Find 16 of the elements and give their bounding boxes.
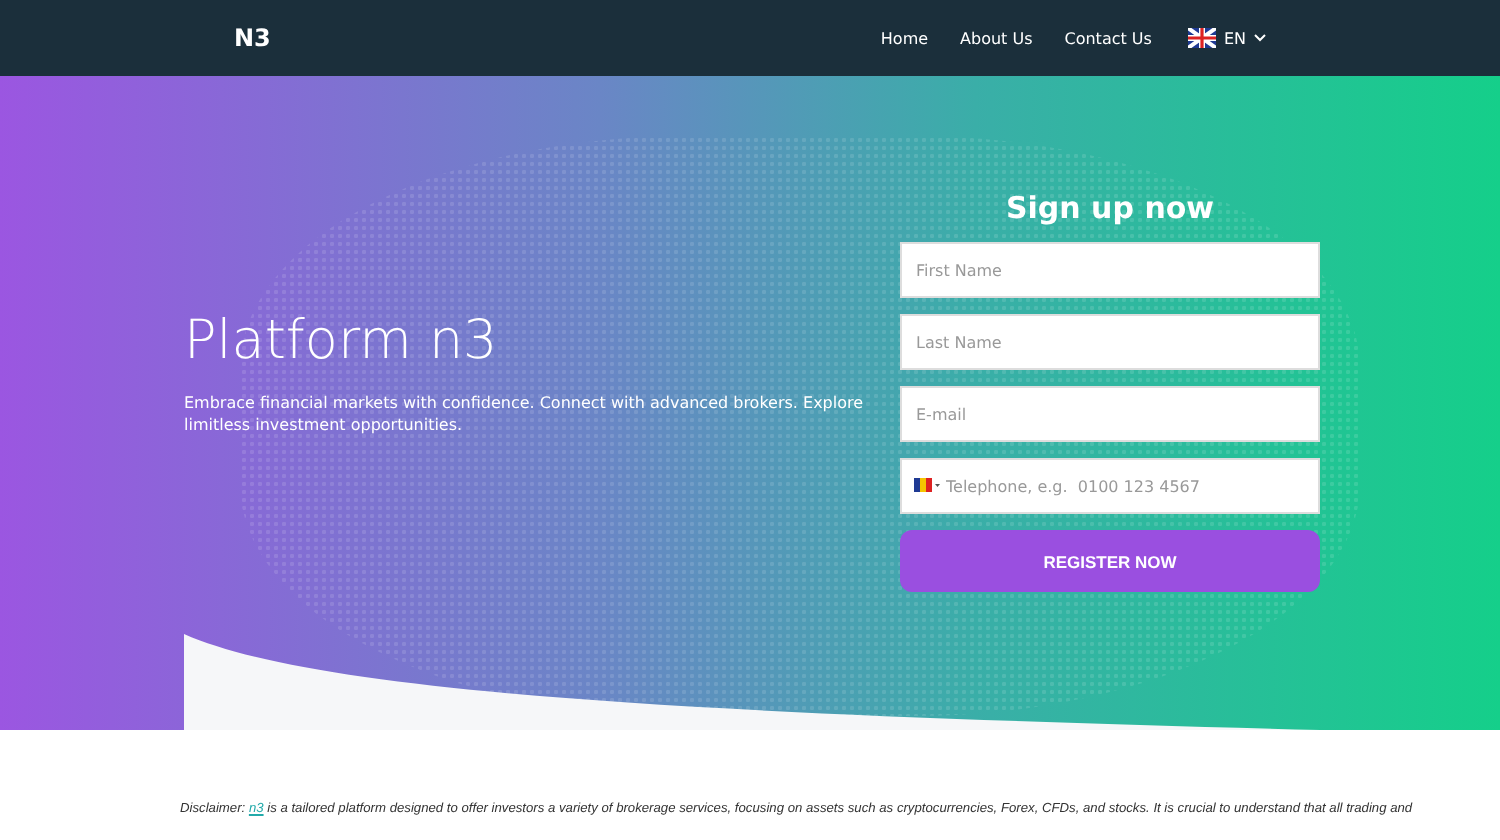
hero-title: Platform n3 (184, 310, 500, 372)
nav-link[interactable]: Home (880, 29, 929, 47)
chevron-icon (1254, 34, 1266, 42)
phone-field[interactable]: Telephone, e.g. 0100 123 4567 (900, 458, 1320, 514)
input-field[interactable]: E-mail (900, 386, 1320, 442)
input-field[interactable]: Last Name (900, 314, 1320, 370)
flag-icon (1187, 28, 1216, 48)
hero-subtitle: Embrace financial markets with confidence. Connect with advanced brokers. Explore limitless investment opportunities. (184, 392, 864, 436)
signup-title: Sign up now (1003, 190, 1217, 226)
language-selector[interactable]: EN (1187, 28, 1266, 48)
flag-icon[interactable] (914, 478, 942, 492)
nav-link[interactable]: Contact Us (1064, 29, 1152, 47)
nav-link[interactable]: About Us (960, 29, 1033, 47)
logo[interactable]: N3 (234, 24, 271, 52)
register-button[interactable]: REGISTER NOW (900, 530, 1320, 592)
input-field[interactable]: First Name (900, 242, 1320, 298)
